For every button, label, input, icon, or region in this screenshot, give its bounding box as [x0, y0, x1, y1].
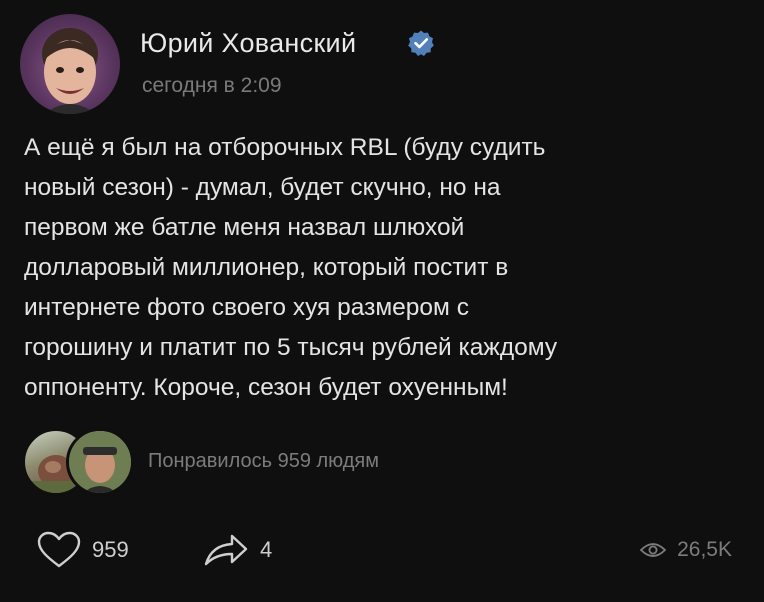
likes-count: 959	[92, 537, 129, 562]
post-text-line: первом же батле меня назвал шлюхой	[24, 214, 465, 241]
post-timestamp[interactable]: сегодня в 2:09	[142, 74, 282, 98]
post-text-line: горошину и платит по 5 тысяч рублей кажд…	[24, 334, 558, 361]
like-button[interactable]: 959	[36, 530, 129, 570]
heart-icon	[37, 531, 81, 568]
likers-avatars[interactable]	[22, 428, 134, 496]
post-text-line: оппоненту. Короче, сезон будет охуенным!	[24, 374, 508, 401]
eye-icon	[639, 543, 667, 557]
post-card: Юрий Хованский сегодня в 2:09 А ещё я бы…	[0, 0, 764, 602]
share-arrow-icon	[204, 534, 248, 566]
views-count: 26,5K	[677, 538, 732, 561]
likes-summary[interactable]: Понравилось 959 людям	[148, 450, 379, 473]
views-counter: 26,5K	[639, 530, 732, 570]
share-button[interactable]: 4	[202, 530, 272, 570]
author-avatar[interactable]	[20, 14, 120, 114]
post-text-line: А ещё я был на отборочных RBL (буду суди…	[24, 134, 546, 161]
post-text-line: долларовый миллионер, который постит в	[24, 254, 509, 281]
post-text-line: интернете фото своего хуя размером с	[24, 294, 469, 321]
verified-badge-icon	[408, 30, 434, 56]
shares-count: 4	[260, 537, 273, 562]
post-text: А ещё я был на отборочных RBL (буду суди…	[24, 128, 744, 408]
liker-avatar[interactable]	[66, 428, 134, 496]
post-text-line: новый сезон) - думал, будет скучно, но н…	[24, 174, 501, 201]
author-name[interactable]: Юрий Хованский	[140, 28, 356, 59]
